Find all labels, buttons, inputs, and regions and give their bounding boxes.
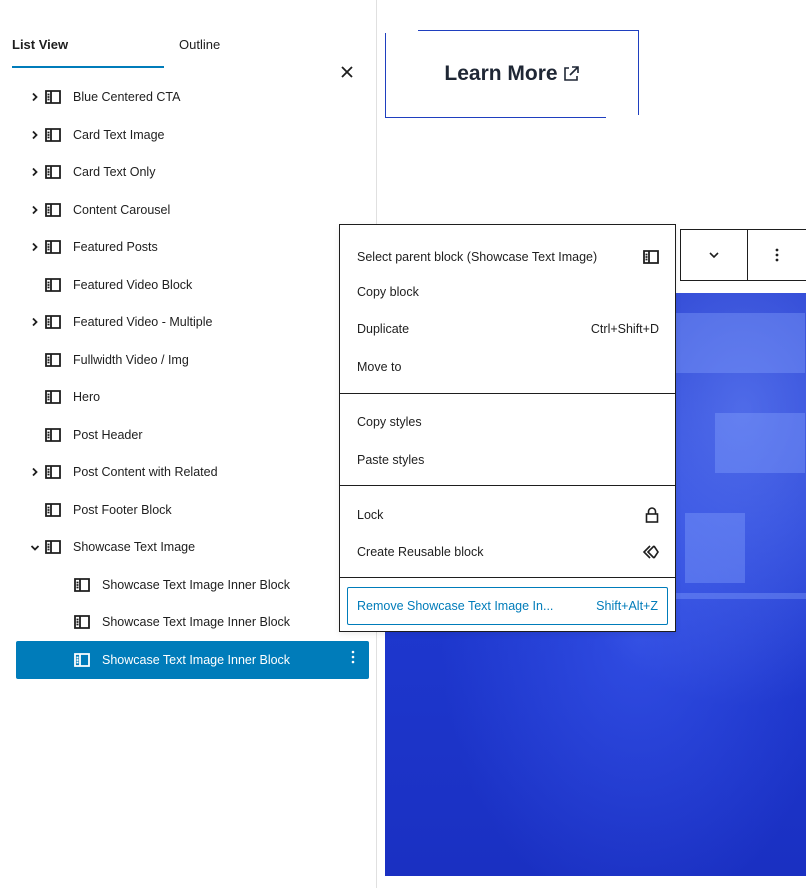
list-item-label: Card Text Only: [73, 165, 156, 179]
block-icon: [45, 277, 61, 292]
menu-item-create-reusable[interactable]: Create Reusable block: [340, 534, 675, 570]
panel-tabs: List View Outline: [0, 28, 376, 78]
block-icon: [45, 390, 61, 404]
menu-item-select-parent[interactable]: Select parent block (Showcase Text Image…: [340, 239, 675, 275]
tab-outline[interactable]: Outline: [179, 28, 239, 66]
block-options-menu: Select parent block (Showcase Text Image…: [339, 224, 676, 632]
list-item-label: Hero: [73, 390, 101, 404]
chevron-down-icon: [709, 252, 719, 259]
block-icon: [45, 127, 61, 142]
lock-icon: [645, 507, 659, 523]
list-item[interactable]: Featured Video Block: [0, 266, 376, 304]
tab-list-view[interactable]: List View: [12, 28, 164, 66]
menu-item-move-to[interactable]: Move to: [340, 349, 675, 385]
chevron-right-icon[interactable]: [29, 204, 41, 216]
block-icon: [45, 165, 61, 179]
menu-item-paste-styles[interactable]: Paste styles: [340, 442, 675, 478]
list-item[interactable]: Blue Centered CTA: [0, 78, 376, 116]
duplicate-shortcut: Ctrl+Shift+D: [590, 322, 659, 336]
block-icon: [45, 502, 61, 517]
block-icon: [45, 465, 61, 479]
list-item-options-button[interactable]: [351, 650, 357, 670]
reusable-block-icon: [642, 545, 659, 559]
block-icon: [74, 615, 90, 629]
more-options-dropdown-button[interactable]: [681, 230, 748, 280]
menu-item-duplicate[interactable]: Duplicate Ctrl+Shift+D: [340, 311, 675, 347]
chevron-right-icon[interactable]: [29, 91, 41, 103]
list-item[interactable]: Showcase Text Image: [0, 528, 376, 566]
chevron-right-icon[interactable]: [29, 466, 41, 478]
list-item-label: Showcase Text Image Inner Block: [102, 652, 291, 667]
block-icon: [643, 250, 659, 264]
menu-separator: [340, 485, 675, 486]
list-item[interactable]: Card Text Only: [0, 153, 376, 191]
chevron-down-icon[interactable]: [29, 542, 41, 554]
chevron-right-icon[interactable]: [29, 241, 41, 253]
menu-separator: [340, 393, 675, 394]
more-vertical-icon: [351, 650, 355, 663]
block-toolbar: [680, 229, 806, 281]
list-item[interactable]: Post Content with Related: [0, 453, 376, 491]
list-item[interactable]: Featured Posts: [0, 228, 376, 266]
menu-item-copy-block[interactable]: Copy block: [340, 274, 675, 310]
chevron-right-icon[interactable]: [29, 166, 41, 178]
chevron-right-icon[interactable]: [29, 316, 41, 328]
block-icon: [45, 240, 61, 254]
list-item[interactable]: Post Footer Block: [0, 491, 376, 529]
block-options-button[interactable]: [748, 230, 806, 280]
list-item-label: Featured Video Block: [73, 277, 193, 292]
block-icon: [74, 652, 90, 667]
chevron-right-icon[interactable]: [29, 129, 41, 141]
block-icon: [45, 540, 61, 554]
menu-item-remove-block[interactable]: Remove Showcase Text Image In... Shift+A…: [347, 587, 668, 625]
list-item[interactable]: Content Carousel: [0, 191, 376, 229]
list-view-panel: List View Outline Blue Centered CTA Card …: [0, 0, 377, 888]
menu-separator: [340, 577, 675, 578]
external-link-icon: [563, 66, 579, 81]
block-icon: [45, 315, 61, 329]
list-item-label: Card Text Image: [73, 127, 165, 142]
block-icon: [45, 427, 61, 442]
close-icon: [341, 66, 353, 78]
block-icon: [45, 202, 61, 217]
menu-item-copy-styles[interactable]: Copy styles: [340, 404, 675, 440]
menu-item-lock[interactable]: Lock: [340, 497, 675, 533]
list-item-label: Post Footer Block: [73, 502, 172, 517]
list-item[interactable]: Fullwidth Video / Img: [0, 341, 376, 379]
list-item-label: Post Content with Related: [73, 465, 218, 479]
more-vertical-icon: [775, 248, 779, 262]
learn-more-button-block[interactable]: Learn More: [384, 29, 640, 119]
list-item[interactable]: Post Header: [0, 416, 376, 454]
list-item-label: Showcase Text Image Inner Block: [102, 615, 291, 629]
list-item-label: Showcase Text Image Inner Block: [102, 577, 291, 592]
list-item-label: Content Carousel: [73, 202, 171, 217]
list-item-label: Featured Video - Multiple: [73, 315, 213, 329]
list-item[interactable]: Showcase Text Image Inner Block: [0, 566, 376, 604]
block-tree: Blue Centered CTA Card Text Image Card Tex…: [0, 78, 376, 679]
list-item[interactable]: Hero: [0, 378, 376, 416]
list-item-label: Fullwidth Video / Img: [73, 352, 189, 367]
remove-shortcut: Shift+Alt+Z: [596, 599, 658, 613]
list-item-label: Showcase Text Image: [73, 540, 196, 554]
active-tab-indicator: [12, 66, 164, 68]
list-item[interactable]: Showcase Text Image Inner Block: [0, 603, 376, 641]
list-item[interactable]: Card Text Image: [0, 116, 376, 154]
block-icon: [45, 352, 61, 367]
list-item[interactable]: Showcase Text Image Inner Block: [16, 640, 369, 679]
list-item-label: Blue Centered CTA: [73, 90, 181, 104]
list-item[interactable]: Featured Video - Multiple: [0, 303, 376, 341]
block-icon: [45, 90, 61, 104]
learn-more-label: Learn More: [444, 62, 558, 85]
list-item-label: Featured Posts: [73, 240, 158, 254]
block-icon: [74, 577, 90, 592]
list-item-label: Post Header: [73, 427, 143, 442]
